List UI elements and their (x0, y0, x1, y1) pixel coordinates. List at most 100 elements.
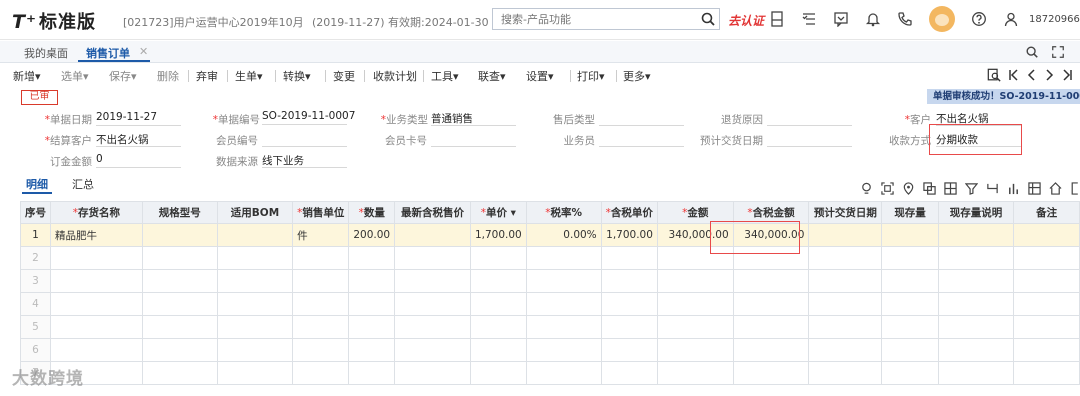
col-taxprice[interactable]: *含税单价 (600, 201, 658, 224)
next-page-icon[interactable] (1043, 68, 1055, 82)
toolbar-more[interactable]: 更多▾ (623, 68, 651, 84)
toolbar-tools[interactable]: 工具▾ (431, 68, 459, 84)
user-icon[interactable] (1003, 11, 1019, 27)
order-lines-table: 序号 *存货名称 规格型号 适用BOM *销售单位 *数量 最新含税售价 *单价… (20, 201, 1080, 385)
scan-icon[interactable] (881, 182, 894, 195)
search-input[interactable] (493, 9, 693, 29)
toolbar-select[interactable]: 选单▾ (61, 68, 89, 84)
payment-field[interactable]: 分期收款 (936, 132, 1021, 147)
date-field[interactable]: 2019-11-27 (96, 111, 181, 126)
col-stock-note[interactable]: 现存量说明 (937, 201, 1015, 224)
certify-link[interactable]: 去认证 (728, 12, 764, 29)
table-row[interactable]: 6 (20, 338, 1080, 362)
col-bom[interactable]: 适用BOM (216, 201, 294, 224)
salesman-field[interactable] (599, 132, 684, 147)
cell-qty[interactable]: 200.00 (348, 223, 396, 247)
delivery-field[interactable] (767, 132, 852, 147)
settle-field[interactable]: 不出名火锅 (96, 132, 181, 147)
cell-unit[interactable]: 件 (292, 223, 350, 247)
card-label: 会员卡号 (385, 135, 427, 147)
col-taxamount[interactable]: *含税金额 (732, 201, 810, 224)
col-tax[interactable]: *税率% (525, 201, 602, 224)
biztype-field[interactable]: 普通销售 (431, 111, 516, 126)
toolbar-change[interactable]: 变更 (333, 68, 355, 84)
help-icon[interactable] (971, 11, 987, 27)
table-row[interactable]: 5 (20, 315, 1080, 339)
card-field[interactable] (431, 132, 516, 147)
bracket-icon[interactable] (1070, 182, 1080, 195)
insert-row-icon[interactable] (944, 182, 957, 195)
toolbar-generate[interactable]: 生单▾ (235, 68, 263, 84)
list-icon[interactable] (801, 11, 817, 27)
cell-amount[interactable]: 340,000.00 (656, 223, 734, 247)
product-search[interactable] (492, 8, 720, 30)
col-index[interactable]: 序号 (20, 201, 51, 224)
last-page-icon[interactable] (1061, 68, 1073, 82)
toolbar-settings[interactable]: 设置▾ (526, 68, 554, 84)
toolbar-unaudit[interactable]: 弃审 (196, 68, 218, 84)
bookmark-icon[interactable] (770, 11, 784, 27)
split-icon[interactable] (986, 182, 999, 195)
table-row[interactable]: 2 (20, 246, 1080, 270)
source-field[interactable]: 线下业务 (262, 153, 347, 168)
table-row[interactable]: 3 (20, 269, 1080, 293)
col-name[interactable]: *存货名称 (50, 201, 143, 224)
tab-my-desktop[interactable]: 我的桌面 (24, 45, 68, 61)
phone-icon[interactable] (897, 11, 913, 27)
bell-icon[interactable] (865, 11, 881, 27)
chart-icon[interactable] (1007, 182, 1020, 195)
account-phone[interactable]: 1872096694 (1029, 14, 1080, 25)
col-amount[interactable]: *金额 (656, 201, 734, 224)
cell-price[interactable]: 1,700.00 (469, 223, 527, 247)
col-delivery[interactable]: 预计交货日期 (808, 201, 883, 224)
cell-taxamount[interactable]: 340,000.00 (732, 223, 810, 247)
search-icon[interactable] (700, 11, 716, 27)
search-icon[interactable] (1025, 45, 1039, 59)
toolbar-payment-plan[interactable]: 收款计划 (373, 68, 417, 84)
table-row[interactable]: 1 精品肥牛 件 200.00 1,700.00 0.00% 1,700.00 … (20, 223, 1080, 247)
fullscreen-icon[interactable] (1051, 45, 1065, 59)
toolbar-new[interactable]: 新增▾ (13, 68, 41, 84)
table-row[interactable]: 4 (20, 292, 1080, 316)
col-unit[interactable]: *销售单位 (292, 201, 350, 224)
no-field[interactable]: SO-2019-11-0007 (262, 110, 355, 125)
deposit-label: 订金金额 (50, 156, 92, 168)
copy-icon[interactable] (923, 182, 936, 195)
prev-page-icon[interactable] (1026, 68, 1038, 82)
toolbar-print[interactable]: 打印▾ (577, 68, 605, 84)
mascot-avatar[interactable] (929, 6, 955, 32)
cell-tax[interactable]: 0.00% (525, 223, 602, 247)
cell-taxprice[interactable]: 1,700.00 (600, 223, 658, 247)
close-icon[interactable]: ✕ (139, 45, 148, 58)
col-latest-price[interactable]: 最新含税售价 (394, 201, 471, 224)
home-icon[interactable] (1049, 182, 1062, 195)
location-icon[interactable] (902, 182, 915, 195)
col-spec[interactable]: 规格型号 (141, 201, 218, 224)
col-price[interactable]: *单价 ▾ (469, 201, 527, 224)
aftersale-field[interactable] (599, 111, 684, 126)
col-stock[interactable]: 现存量 (881, 201, 939, 224)
deposit-field[interactable]: 0 (96, 153, 181, 168)
search-doc-icon[interactable] (987, 68, 1001, 82)
customer-field[interactable]: 不出名火锅 (936, 111, 1021, 126)
columns-icon[interactable] (1028, 182, 1041, 195)
success-banner: 单据审核成功！SO-2019-11-0007 (927, 89, 1080, 104)
col-remark[interactable]: 备注 (1013, 201, 1080, 224)
filter-icon[interactable] (965, 182, 978, 195)
toolbar-save[interactable]: 保存▾ (109, 68, 137, 84)
col-qty[interactable]: *数量 (348, 201, 396, 224)
first-page-icon[interactable] (1008, 68, 1020, 82)
toolbar-linked-query[interactable]: 联查▾ (478, 68, 506, 84)
cell-name[interactable]: 精品肥牛 (50, 223, 143, 247)
table-row[interactable]: 7 (20, 361, 1080, 385)
tab-detail[interactable]: 明细 (26, 176, 48, 192)
return-field[interactable] (767, 111, 852, 126)
message-icon[interactable] (833, 11, 849, 27)
tab-sales-order[interactable]: 销售订单 (86, 45, 130, 61)
customer-label: *客户 (904, 114, 931, 126)
lightbulb-icon[interactable] (860, 182, 873, 195)
tab-summary[interactable]: 汇总 (72, 176, 94, 192)
toolbar-convert[interactable]: 转换▾ (283, 68, 311, 84)
member-field[interactable] (262, 132, 347, 147)
toolbar-delete[interactable]: 删除 (157, 68, 179, 84)
